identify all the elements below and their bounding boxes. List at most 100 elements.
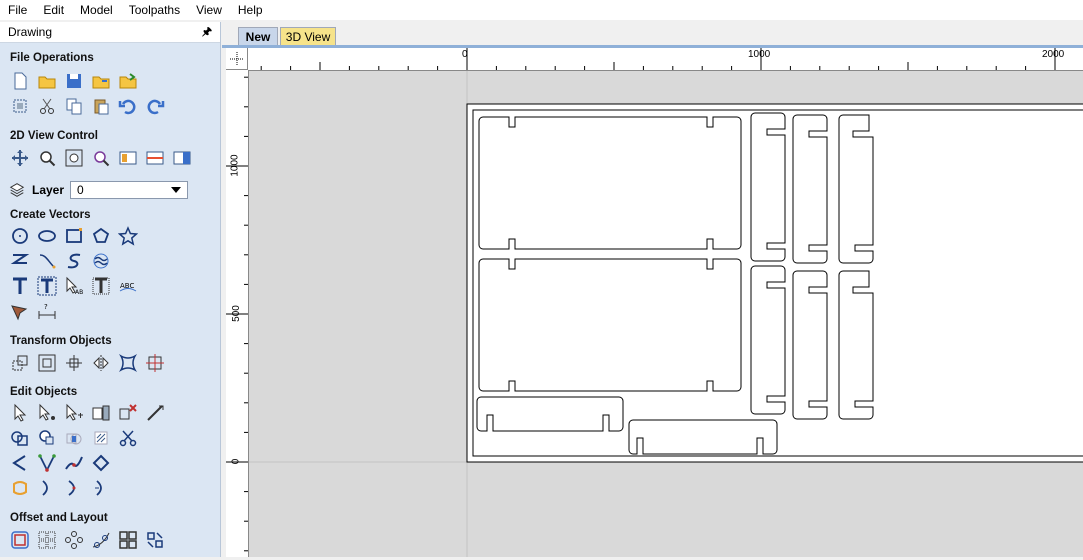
section-2d-view-control: 2D View Control: [10, 130, 98, 142]
zoom-icon[interactable]: [35, 146, 59, 170]
layer-select[interactable]: 0: [70, 181, 189, 199]
dimension-icon[interactable]: ?: [35, 299, 59, 323]
panel-title: Drawing: [8, 25, 53, 39]
offset-layout-row: [8, 528, 167, 552]
curve-icon[interactable]: [35, 249, 59, 273]
rectangle-icon[interactable]: [62, 224, 86, 248]
trace-bitmap-icon[interactable]: [8, 299, 32, 323]
rotate-icon[interactable]: [62, 351, 86, 375]
horizontal-ruler-ticks: [260, 48, 1056, 70]
undo-icon[interactable]: [116, 94, 140, 118]
section-create-vectors: Create Vectors: [10, 209, 91, 221]
layer-value: 0: [77, 183, 84, 197]
select-icon[interactable]: [8, 401, 32, 425]
distort-icon[interactable]: [116, 351, 140, 375]
horizontal-ruler[interactable]: 0 1000 2000: [248, 48, 1083, 71]
node-edit-icon[interactable]: [35, 401, 59, 425]
wave-icon[interactable]: [89, 249, 113, 273]
toggle-view-icon[interactable]: [170, 146, 194, 170]
import-icon[interactable]: [116, 69, 140, 93]
extend-icon[interactable]: [62, 476, 86, 500]
split-view-icon[interactable]: [143, 146, 167, 170]
copy-along-curve-icon[interactable]: [89, 528, 113, 552]
view-control-row: [8, 146, 194, 170]
subtract-icon[interactable]: [35, 426, 59, 450]
zoom-selection-icon[interactable]: [89, 146, 113, 170]
text-on-curve-icon[interactable]: ABC: [116, 274, 140, 298]
pin-icon[interactable]: 🖈: [202, 23, 212, 42]
chevron-down-icon: [171, 187, 182, 193]
polygon-icon[interactable]: [89, 224, 113, 248]
paste-icon[interactable]: [89, 94, 113, 118]
ruler-origin-icon[interactable]: [226, 48, 248, 70]
edit-objects-row2: [8, 426, 140, 450]
fillet-icon[interactable]: [89, 426, 113, 450]
array-copy-icon[interactable]: [35, 528, 59, 552]
text-icon[interactable]: [8, 274, 32, 298]
auto-layout-icon[interactable]: [143, 528, 167, 552]
ruler-h-label-2000: 2000: [1042, 49, 1065, 60]
move-icon[interactable]: [8, 351, 32, 375]
layers-icon: [8, 178, 26, 202]
selection-dialog-icon[interactable]: [89, 401, 113, 425]
svg-text:?: ?: [44, 303, 48, 311]
drawing-canvas[interactable]: [249, 71, 1083, 557]
ruler-v-label-1000: 1000: [229, 154, 241, 177]
vertical-ruler[interactable]: 1000 500 0: [226, 70, 249, 557]
pan-icon[interactable]: [8, 146, 32, 170]
save-icon[interactable]: [62, 69, 86, 93]
text-fit-icon[interactable]: [89, 274, 113, 298]
offset-icon[interactable]: [8, 528, 32, 552]
angle-icon[interactable]: [8, 451, 32, 475]
job-setup-icon[interactable]: [8, 94, 32, 118]
tab-3d-view[interactable]: 3D View: [280, 27, 336, 45]
ruler-h-label-0: 0: [462, 49, 468, 60]
redo-icon[interactable]: [143, 94, 167, 118]
star-icon[interactable]: [116, 224, 140, 248]
menu-file[interactable]: File: [0, 0, 35, 20]
tab-new[interactable]: New: [238, 27, 278, 45]
zoom-extents-icon[interactable]: [62, 146, 86, 170]
mirror-icon[interactable]: [89, 351, 113, 375]
menu-view[interactable]: View: [188, 0, 230, 20]
drawing-panel: Drawing 🖈 File Operations 2D View Contro…: [0, 22, 221, 557]
text-box-icon[interactable]: [35, 274, 59, 298]
new-file-icon[interactable]: [8, 69, 32, 93]
svg-text:AB: AB: [75, 289, 83, 296]
menu-toolpaths[interactable]: Toolpaths: [121, 0, 188, 20]
scale-icon[interactable]: [35, 351, 59, 375]
intersect-icon[interactable]: [62, 426, 86, 450]
spline-icon[interactable]: [62, 249, 86, 273]
menu-help[interactable]: Help: [230, 0, 271, 20]
ruler-v-label-500: 500: [230, 305, 242, 322]
layer-label: Layer: [32, 183, 65, 197]
node-add-icon[interactable]: [35, 451, 59, 475]
copy-icon[interactable]: [62, 94, 86, 118]
transform-select-icon[interactable]: [62, 401, 86, 425]
nesting-icon[interactable]: [116, 528, 140, 552]
circular-array-icon[interactable]: [62, 528, 86, 552]
view-mode-icon[interactable]: [116, 146, 140, 170]
delete-icon[interactable]: [116, 401, 140, 425]
open-recent-icon[interactable]: [89, 69, 113, 93]
smooth-icon[interactable]: [8, 476, 32, 500]
material-sheet: [466, 103, 1083, 463]
open-folder-icon[interactable]: [35, 69, 59, 93]
measure-icon[interactable]: [143, 401, 167, 425]
menu-edit[interactable]: Edit: [35, 0, 72, 20]
join-icon[interactable]: [62, 451, 86, 475]
close-vector-icon[interactable]: [89, 451, 113, 475]
scissors-icon[interactable]: [116, 426, 140, 450]
file-operations-row1: [8, 69, 140, 93]
ellipse-icon[interactable]: [35, 224, 59, 248]
circle-icon[interactable]: [8, 224, 32, 248]
arc-fit-icon[interactable]: [35, 476, 59, 500]
polyline-icon[interactable]: [8, 249, 32, 273]
menu-model[interactable]: Model: [72, 0, 121, 20]
cut-icon[interactable]: [35, 94, 59, 118]
edit-objects-row4: [8, 476, 113, 500]
text-select-icon[interactable]: AB: [62, 274, 86, 298]
trim-icon[interactable]: [89, 476, 113, 500]
align-center-icon[interactable]: [143, 351, 167, 375]
weld-icon[interactable]: [8, 426, 32, 450]
